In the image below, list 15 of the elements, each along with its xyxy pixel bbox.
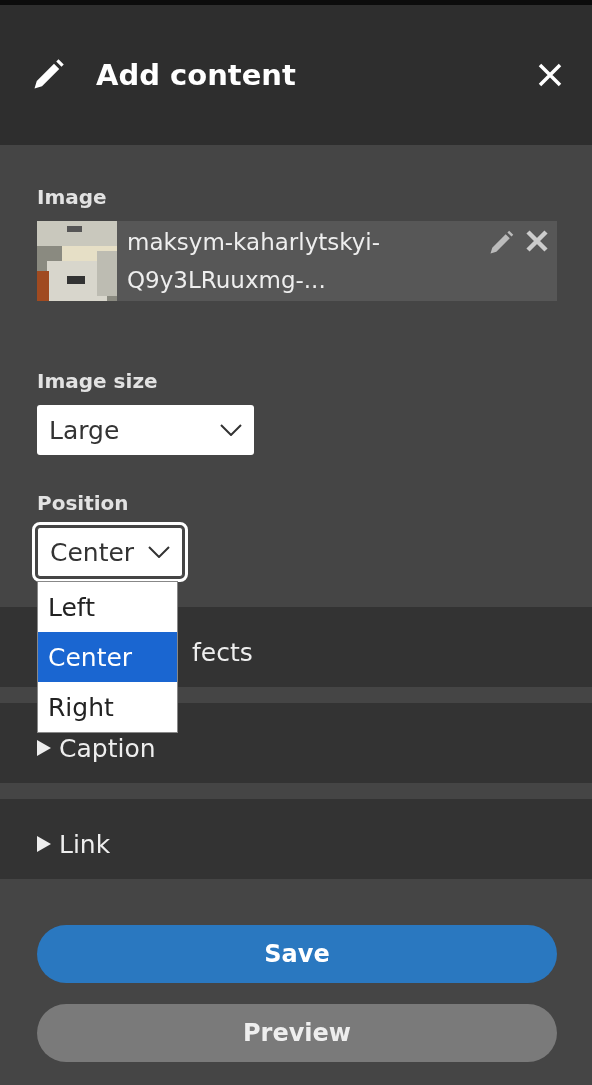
field-label: Image [37,185,108,209]
size-select[interactable]: Large [37,405,254,455]
section-title: Link [59,829,111,859]
panel-title: Add content [96,58,297,92]
file-name: maksym-kaharlytskyi-Q9y3LRuuxmg-... [126,228,382,295]
collapsible-section[interactable]: Link [0,799,592,879]
save-button[interactable]: Save [37,925,557,983]
field-label: Position [37,491,130,515]
preview-button[interactable]: Preview [37,1004,557,1062]
chevron-down-icon [148,546,170,558]
chevron-down-icon [220,424,242,436]
field-label: Image size [37,369,159,393]
dropdown-option[interactable]: Center [38,632,177,682]
section-title: Caption [59,733,156,763]
section-title: fects [192,637,253,667]
